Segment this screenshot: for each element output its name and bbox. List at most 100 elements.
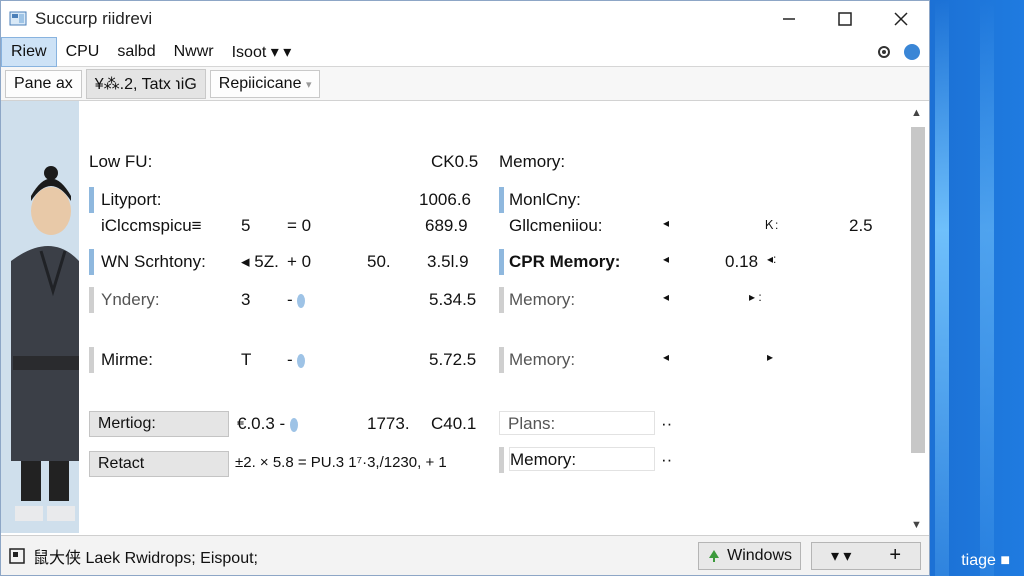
close-icon	[894, 12, 908, 26]
table-row[interactable]: WN Scrhtony: ◂ 5Z. + 0 50. 3.5l.9	[89, 249, 489, 275]
taskbar-text: tiage ■	[961, 552, 1010, 569]
menu-item-cpu[interactable]: CPU	[57, 38, 109, 66]
gear-icon[interactable]	[875, 43, 893, 61]
row-op-text: -	[287, 290, 293, 309]
scroll-down-icon[interactable]: ▼	[911, 519, 922, 531]
table-row: Mertiog: €.0.3 - 1773. C40.1	[89, 411, 489, 437]
row-marker	[499, 187, 504, 213]
tab-2[interactable]: ¥⁂.2, Tatx ℩iG	[85, 68, 206, 99]
row-num: T	[241, 350, 252, 369]
table-row[interactable]: CPR Memory: ◂ 0.18 ◂:	[499, 249, 889, 275]
minimize-button[interactable]	[761, 1, 817, 37]
row-op-text: -	[287, 350, 293, 369]
scroll-thumb[interactable]	[911, 127, 925, 453]
tab-bar: Pane ax ¥⁂.2, Tatx ℩iG Repiicicane ▾	[1, 67, 929, 101]
app-icon	[9, 11, 27, 26]
row-op: -	[287, 350, 306, 370]
light-beam	[935, 0, 949, 576]
windows-button[interactable]: Windows	[698, 541, 801, 570]
decrease-icon[interactable]: ◂	[663, 216, 669, 230]
status-bar: 鼠大侠 Lаеk Rwidrops; Eispout; Windows ▾ ▾ …	[1, 535, 929, 575]
table-row: Memory:	[499, 149, 889, 175]
row-marker	[499, 287, 504, 313]
row-value: 1006.6	[419, 190, 471, 209]
table-row[interactable]: Memory: ◂ ▸	[499, 347, 889, 373]
row-num: 3	[241, 290, 251, 309]
status-text: 鼠大侠 Lаеk Rwidrops; Eispout;	[33, 549, 258, 567]
table-row: Memory: ··	[499, 447, 889, 473]
row-op: + 0	[287, 252, 312, 271]
menu-item-4[interactable]: Nwwr	[165, 38, 223, 66]
row-op: -	[287, 290, 306, 310]
row-label: iClccmspicu≡	[101, 216, 202, 235]
row-num: €.0.3 -	[237, 414, 298, 434]
windows-button-label: Windows	[727, 546, 792, 564]
compass-icon[interactable]	[903, 43, 921, 61]
menu-item-view[interactable]: Riew	[1, 36, 57, 67]
tab-pane[interactable]: Pane ax	[5, 69, 82, 98]
close-button[interactable]	[873, 1, 929, 37]
row-value: 2.5	[849, 216, 873, 235]
row-label: Mirme:	[101, 350, 153, 369]
scroll-up-icon[interactable]: ▲	[911, 107, 922, 119]
row-value: 689.9	[425, 216, 468, 235]
slider-dot-icon[interactable]	[297, 353, 306, 368]
row-num: ◂ 5Z.	[241, 252, 279, 271]
increase-icon[interactable]: ▸	[767, 350, 773, 364]
metric-label-button[interactable]: Mertiog:	[89, 411, 229, 437]
stepper-control[interactable]: ▾ ▾ +	[811, 541, 921, 570]
row-label: MonlCny:	[509, 190, 581, 209]
row-label: CPR Memory:	[509, 252, 621, 271]
row-marker	[89, 187, 94, 213]
slider-dot-icon[interactable]	[289, 417, 298, 432]
more-icon[interactable]: ··	[661, 414, 672, 434]
row-marker	[89, 249, 94, 275]
menu-bar: Riew CPU salbd Nwwr Isoot ▾ ▾	[1, 36, 929, 67]
row-label: Memory:	[509, 290, 576, 309]
row-label: Lityport:	[101, 190, 162, 209]
row-marker	[499, 447, 504, 473]
table-row[interactable]: Yndery: 3 - 5.34.5	[89, 287, 489, 313]
row-value: 0.18	[725, 252, 759, 271]
plans-field[interactable]: Plans:	[499, 411, 655, 435]
stepper-minus[interactable]: ▾ ▾	[831, 546, 852, 566]
slider-dot-icon[interactable]	[297, 293, 306, 308]
decrease-icon[interactable]: ◂	[663, 290, 669, 304]
increase-icon[interactable]: ◂:	[767, 252, 776, 266]
character-illustration	[1, 101, 79, 533]
row-label: Memory:	[499, 152, 566, 171]
menu-item-3[interactable]: salbd	[108, 38, 164, 66]
row-label: Low FU:	[89, 152, 153, 171]
row-marker	[499, 347, 504, 373]
memory-field[interactable]: Memory:	[509, 447, 655, 471]
table-row: Lityport: 1006.6	[89, 187, 489, 213]
maximize-button[interactable]	[817, 1, 873, 37]
tab-label: Repiicicane	[218, 74, 302, 92]
row-value: CK0.5	[431, 152, 479, 171]
table-row[interactable]: Mirme: T - 5.72.5	[89, 347, 489, 373]
retact-button[interactable]: Retact	[89, 451, 229, 477]
row-value: 5.34.5	[429, 290, 477, 309]
increase-icon[interactable]: Ｋ:	[763, 216, 778, 233]
stepper-plus[interactable]: +	[889, 544, 901, 567]
taskbar-app-icon	[9, 547, 25, 564]
window-title: Succurp riidrevi	[35, 9, 153, 28]
row-value: 3.5l.9	[427, 252, 469, 271]
character-image	[1, 101, 79, 533]
table-row: Plans: ··	[499, 411, 889, 437]
app-window: Succurp riidrevi Riew CPU salbd Nwwr Iso…	[0, 0, 930, 576]
main-content: Low FU: CK0.5 Lityport: 1006.6 iClccmspi…	[1, 101, 929, 535]
table-row[interactable]: Memory: ◂ ▸ :	[499, 287, 889, 313]
menu-item-5[interactable]: Isoot ▾ ▾	[223, 37, 301, 67]
row-marker	[499, 249, 504, 275]
row-label: Memory:	[509, 350, 576, 369]
increase-icon[interactable]: ▸ :	[749, 290, 762, 304]
vertical-scrollbar[interactable]: ▲ ▼	[909, 107, 927, 531]
row-mid: 1773.	[367, 414, 410, 433]
more-icon[interactable]: ··	[661, 450, 672, 470]
decrease-icon[interactable]: ◂	[663, 252, 669, 266]
row-mid: 50.	[367, 252, 391, 271]
decrease-icon[interactable]: ◂	[663, 350, 669, 364]
windows-tree-icon	[709, 549, 720, 562]
tab-replicane[interactable]: Repiicicane ▾	[209, 69, 321, 98]
